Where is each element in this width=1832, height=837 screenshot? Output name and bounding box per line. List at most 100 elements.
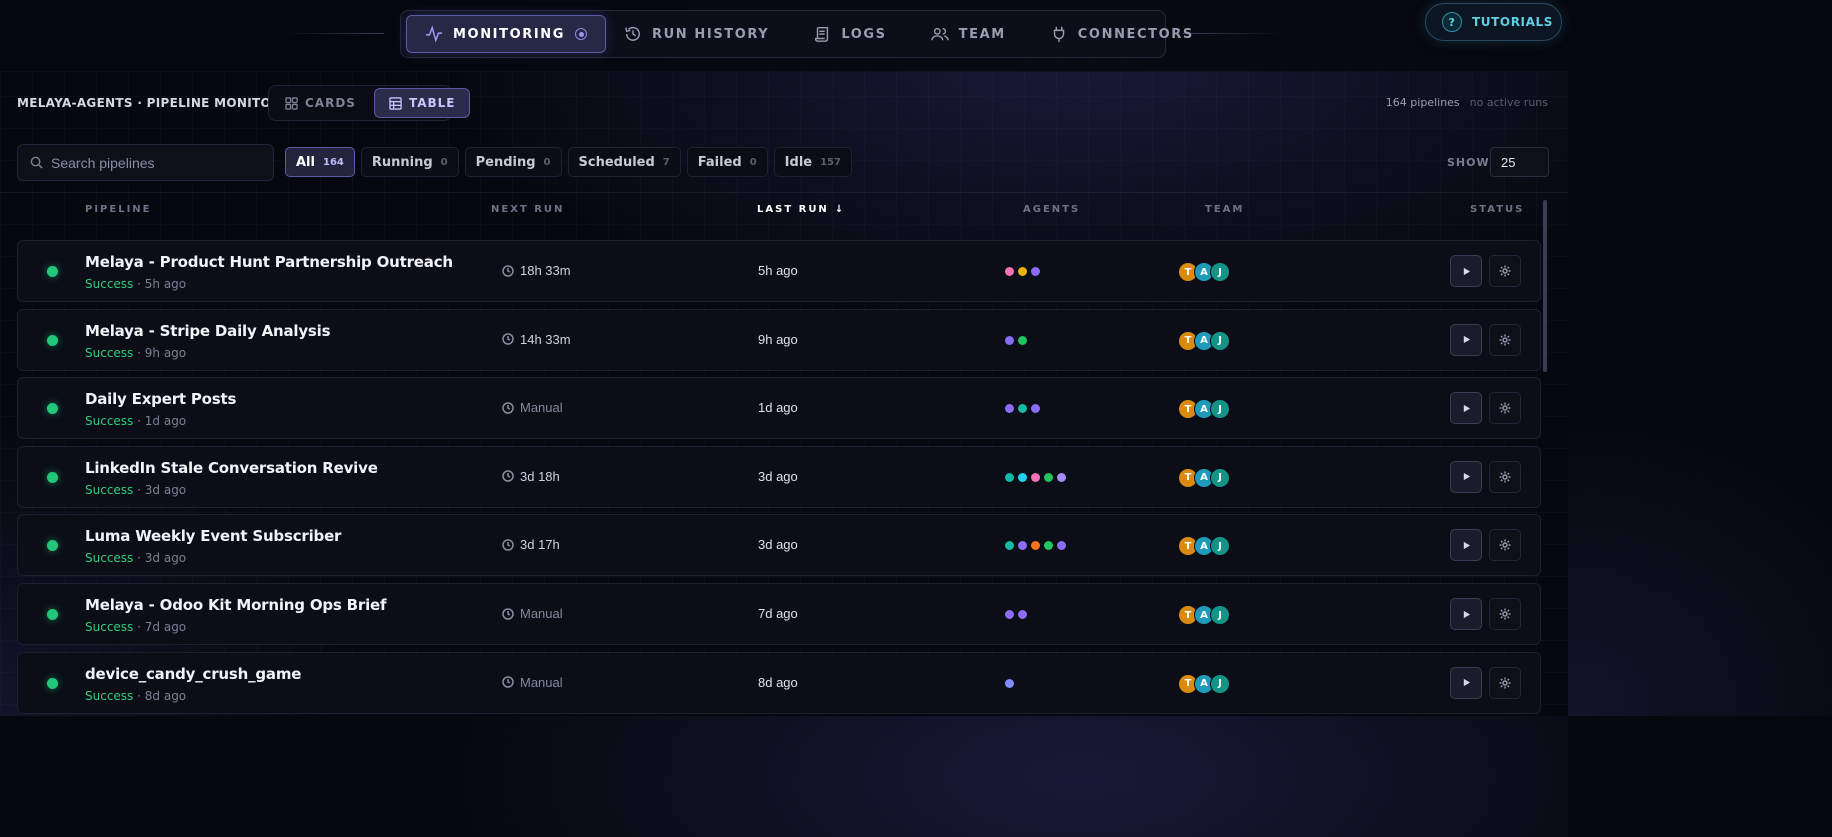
agent-dot bbox=[1031, 472, 1040, 482]
filter-chip-pending[interactable]: Pending 0 bbox=[464, 147, 562, 177]
pipeline-settings-button[interactable] bbox=[1489, 392, 1521, 425]
help-icon: ? bbox=[1442, 12, 1462, 32]
gear-icon bbox=[1499, 539, 1511, 551]
search-input[interactable] bbox=[51, 154, 251, 171]
next-run-cell: Manual bbox=[502, 675, 563, 690]
page-size-input[interactable] bbox=[1490, 147, 1549, 177]
avatar[interactable]: J bbox=[1210, 399, 1230, 420]
team-avatars: TAJ bbox=[1178, 330, 1230, 351]
pipeline-status-ago: · 9h ago bbox=[137, 345, 187, 360]
pipeline-summary: 164 pipelines no active runs bbox=[1386, 96, 1548, 109]
pipeline-name[interactable]: Melaya - Product Hunt Partnership Outrea… bbox=[85, 253, 453, 271]
run-pipeline-button[interactable] bbox=[1450, 666, 1482, 699]
pipeline-name[interactable]: LinkedIn Stale Conversation Revive bbox=[85, 459, 378, 477]
next-run-value: 3d 18h bbox=[520, 468, 560, 484]
pipeline-name[interactable]: Melaya - Odoo Kit Morning Ops Brief bbox=[85, 596, 387, 614]
gear-icon bbox=[1499, 471, 1511, 483]
tab-monitoring[interactable]: MONITORING bbox=[406, 15, 607, 53]
pipeline-last-status: Success · 3d ago bbox=[85, 483, 186, 497]
view-toggle: CARDS TABLE bbox=[268, 85, 471, 121]
table-row[interactable]: device_candy_crush_game Success · 8d ago… bbox=[17, 651, 1541, 714]
pipeline-settings-button[interactable] bbox=[1489, 255, 1521, 287]
table-row[interactable]: Luma Weekly Event Subscriber Success · 3… bbox=[17, 514, 1541, 577]
run-pipeline-button[interactable] bbox=[1450, 255, 1482, 287]
filter-chip-all[interactable]: All 164 bbox=[285, 147, 355, 177]
filter-chip-scheduled[interactable]: Scheduled 7 bbox=[567, 147, 681, 177]
run-pipeline-button[interactable] bbox=[1450, 392, 1482, 425]
run-pipeline-button[interactable] bbox=[1450, 323, 1482, 356]
team-avatars: TAJ bbox=[1178, 673, 1230, 694]
table-row[interactable]: LinkedIn Stale Conversation Revive Succe… bbox=[17, 445, 1541, 508]
pipeline-name[interactable]: Daily Expert Posts bbox=[85, 390, 236, 408]
agent-dot bbox=[1018, 404, 1027, 414]
avatar[interactable]: J bbox=[1210, 262, 1230, 282]
grid-icon bbox=[285, 96, 298, 110]
run-pipeline-button[interactable] bbox=[1450, 529, 1482, 562]
team-avatars: TAJ bbox=[1178, 467, 1230, 488]
run-pipeline-button[interactable] bbox=[1450, 460, 1482, 493]
next-run-cell: Manual bbox=[502, 400, 563, 415]
agent-dots bbox=[1005, 678, 1014, 688]
agent-dot bbox=[1018, 541, 1027, 551]
filter-chip-count: 157 bbox=[820, 156, 841, 168]
next-run-value: Manual bbox=[520, 606, 563, 621]
tab-connectors[interactable]: CONNECTORS bbox=[1032, 15, 1212, 53]
avatar[interactable]: J bbox=[1210, 467, 1230, 488]
tab-logs[interactable]: LOGS bbox=[795, 15, 904, 53]
table-row[interactable]: Melaya - Odoo Kit Morning Ops Brief Succ… bbox=[17, 583, 1541, 645]
avatar[interactable]: J bbox=[1210, 536, 1230, 557]
pipeline-status-ago: · 7d ago bbox=[137, 620, 187, 634]
table-row[interactable]: Daily Expert Posts Success · 1d ago Manu… bbox=[17, 377, 1541, 440]
play-icon bbox=[1463, 404, 1470, 412]
cards-view-button[interactable]: CARDS bbox=[271, 88, 370, 118]
tab-team[interactable]: TEAM bbox=[913, 15, 1024, 53]
plug-icon bbox=[1053, 26, 1065, 43]
filter-chip-failed[interactable]: Failed 0 bbox=[686, 147, 768, 177]
column-header-team[interactable]: TEAM bbox=[1205, 204, 1244, 215]
last-run-value: 9h ago bbox=[758, 331, 798, 347]
pipeline-count: 164 pipelines bbox=[1385, 96, 1460, 109]
tutorials-button[interactable]: ? TUTORIALS bbox=[1425, 3, 1562, 41]
avatar[interactable]: J bbox=[1210, 605, 1230, 625]
column-header-status[interactable]: STATUS bbox=[1470, 204, 1524, 215]
pipeline-settings-button[interactable] bbox=[1489, 598, 1521, 630]
agent-dot bbox=[1018, 335, 1027, 345]
status-indicator-icon bbox=[47, 266, 58, 277]
column-header-last-run[interactable]: LAST RUN ↓ bbox=[757, 204, 845, 215]
pipeline-status-ago: · 3d ago bbox=[137, 482, 187, 497]
last-run-value: 7d ago bbox=[758, 606, 798, 621]
filter-chip-count: 0 bbox=[749, 156, 757, 168]
pipeline-status-ago: · 5h ago bbox=[137, 277, 187, 291]
table-view-button[interactable]: TABLE bbox=[373, 88, 471, 118]
run-pipeline-button[interactable] bbox=[1450, 598, 1482, 630]
avatar[interactable]: J bbox=[1210, 330, 1230, 351]
search-box[interactable] bbox=[17, 144, 274, 181]
pipeline-name[interactable]: device_candy_crush_game bbox=[85, 665, 301, 683]
next-run-value: 14h 33m bbox=[520, 331, 571, 347]
pipeline-settings-button[interactable] bbox=[1489, 529, 1521, 562]
agent-dots bbox=[1005, 472, 1066, 482]
tab-run-history[interactable]: RUN HISTORY bbox=[606, 15, 787, 53]
pipeline-settings-button[interactable] bbox=[1489, 666, 1521, 699]
avatar[interactable]: J bbox=[1210, 673, 1230, 694]
filter-chip-count: 164 bbox=[322, 156, 344, 168]
column-header-agents[interactable]: AGENTS bbox=[1023, 204, 1080, 215]
pipeline-settings-button[interactable] bbox=[1489, 323, 1521, 356]
agent-dot bbox=[1018, 610, 1027, 619]
table-row[interactable]: Melaya - Product Hunt Partnership Outrea… bbox=[17, 240, 1541, 302]
column-header-next-run[interactable]: NEXT RUN bbox=[491, 204, 564, 215]
pipeline-settings-button[interactable] bbox=[1489, 460, 1521, 493]
table-row[interactable]: Melaya - Stripe Daily Analysis Success ·… bbox=[17, 308, 1541, 371]
filter-chip-idle[interactable]: Idle 157 bbox=[773, 147, 852, 177]
filter-chip-label: Running bbox=[371, 154, 433, 170]
filter-chip-running[interactable]: Running 0 bbox=[360, 147, 459, 177]
team-avatars: TAJ bbox=[1178, 262, 1230, 282]
play-icon bbox=[1463, 610, 1470, 618]
column-header-last-run-label: LAST RUN bbox=[757, 204, 829, 215]
pipeline-name[interactable]: Luma Weekly Event Subscriber bbox=[85, 527, 341, 545]
column-header-pipeline[interactable]: PIPELINE bbox=[85, 204, 152, 215]
pipeline-name[interactable]: Melaya - Stripe Daily Analysis bbox=[85, 322, 331, 340]
agent-dot bbox=[1005, 335, 1014, 345]
clock-icon bbox=[502, 401, 514, 414]
table-scrollbar[interactable] bbox=[1543, 200, 1547, 372]
